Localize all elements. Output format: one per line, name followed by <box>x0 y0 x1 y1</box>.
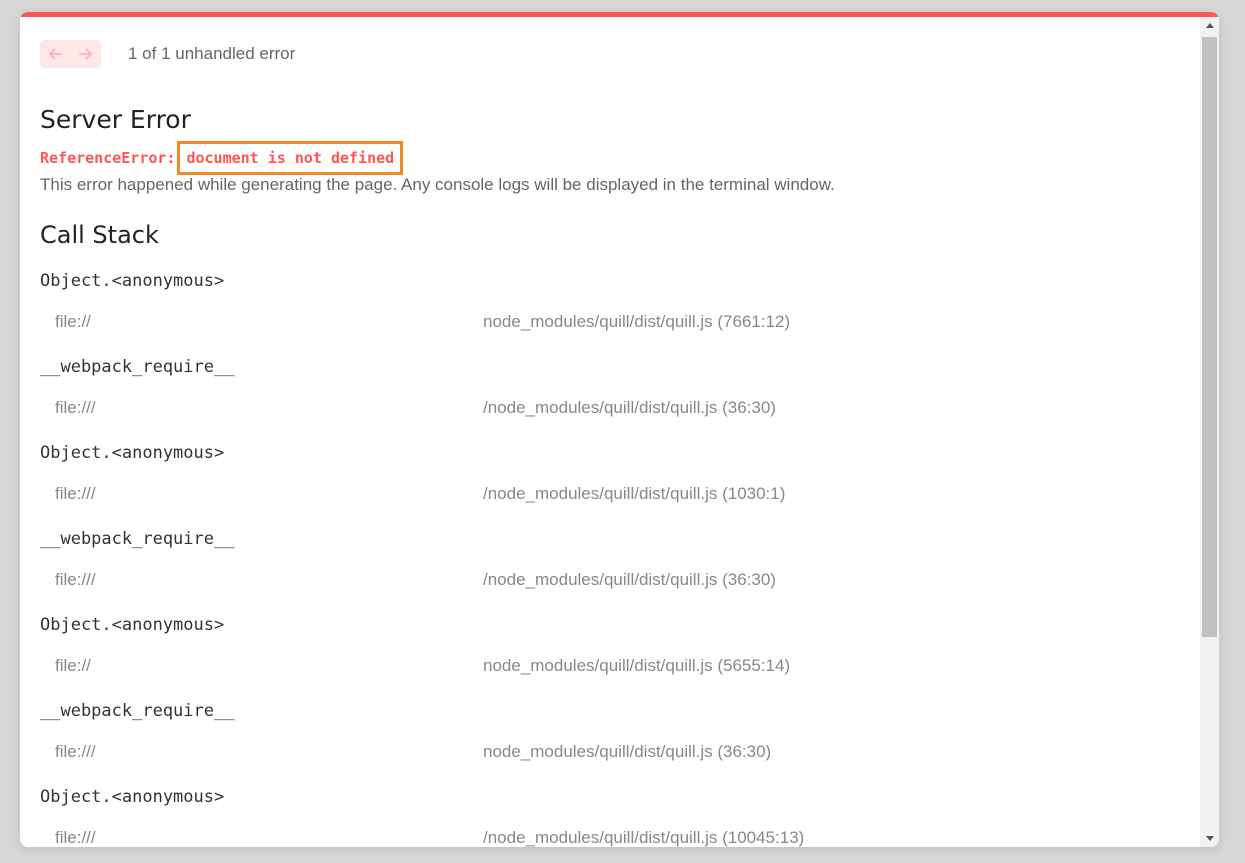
arrow-left-icon <box>49 48 63 60</box>
scroll-up-arrow-icon[interactable] <box>1200 17 1219 34</box>
error-title: Server Error <box>40 105 191 134</box>
next-error-button[interactable] <box>72 41 100 67</box>
frame-file-location[interactable]: file:/// node_modules/quill/dist/quill.js… <box>55 741 1180 763</box>
frame-function-name: Object.<anonymous> <box>40 443 225 463</box>
frame-file-location[interactable]: file:// node_modules/quill/dist/quill.js … <box>55 311 1180 333</box>
call-stack-frame: Object.<anonymous> file:// node_modules/qu… <box>40 613 1180 677</box>
frame-file-prefix: file:/// <box>55 742 96 761</box>
error-type: ReferenceError: <box>40 149 176 167</box>
frame-file-prefix: file:/// <box>55 398 96 417</box>
frame-function-name: __webpack_require__ <box>40 701 235 721</box>
call-stack-frame: __webpack_require__ file:/// /node_modules… <box>40 355 1180 419</box>
frame-file-path: /node_modules/quill/dist/quill.js (1030:… <box>483 484 786 503</box>
error-navigation: 1 of 1 unhandled error <box>40 39 295 69</box>
call-stack-frame: Object.<anonymous> file:// node_modules/qu… <box>40 269 1180 333</box>
scrollbar-thumb[interactable] <box>1202 37 1217 637</box>
dialog-content: 1 of 1 unhandled error Server Error Refe… <box>20 17 1200 847</box>
frame-file-prefix: file:/// <box>55 484 96 503</box>
call-stack-frame: __webpack_require__ file:/// /node_modules… <box>40 527 1180 591</box>
error-message-highlight: document is not defined <box>177 141 404 175</box>
frame-file-path: /node_modules/quill/dist/quill.js (36:30… <box>483 398 776 417</box>
frame-function-name: Object.<anonymous> <box>40 787 225 807</box>
frame-file-prefix: file:/// <box>55 828 96 847</box>
frame-function-name: Object.<anonymous> <box>40 271 225 291</box>
nav-button-group <box>40 40 101 68</box>
frame-file-path: node_modules/quill/dist/quill.js (7661:1… <box>483 312 791 331</box>
frame-file-prefix: file:/// <box>55 570 96 589</box>
frame-file-location[interactable]: file:// node_modules/quill/dist/quill.js … <box>55 655 1180 677</box>
frame-file-location[interactable]: file:/// /node_modules/quill/dist/quill.j… <box>55 569 1180 591</box>
frame-file-location[interactable]: file:/// /node_modules/quill/dist/quill.j… <box>55 397 1180 419</box>
frame-function-name: Object.<anonymous> <box>40 615 225 635</box>
call-stack-frame: __webpack_require__ file:/// node_modules/… <box>40 699 1180 763</box>
scroll-down-arrow-icon[interactable] <box>1200 830 1219 847</box>
frame-file-path: /node_modules/quill/dist/quill.js (10045… <box>483 828 805 847</box>
frame-file-location[interactable]: file:/// /node_modules/quill/dist/quill.j… <box>55 483 1180 505</box>
error-summary: ReferenceError: document is not defined <box>40 141 404 175</box>
frame-function-name: __webpack_require__ <box>40 529 235 549</box>
frame-file-path: node_modules/quill/dist/quill.js (36:30) <box>483 742 772 761</box>
call-stack-frame: Object.<anonymous> file:/// /node_modules/… <box>40 441 1180 505</box>
vertical-scrollbar[interactable] <box>1200 17 1219 847</box>
frame-file-path: /node_modules/quill/dist/quill.js (36:30… <box>483 570 776 589</box>
error-count-label: 1 of 1 unhandled error <box>128 44 296 63</box>
previous-error-button[interactable] <box>41 41 69 67</box>
call-stack-title: Call Stack <box>40 221 159 249</box>
error-dialog: 1 of 1 unhandled error Server Error Refe… <box>20 12 1219 847</box>
error-description: This error happened while generating the… <box>40 175 835 194</box>
arrow-right-icon <box>78 48 92 60</box>
frame-file-path: node_modules/quill/dist/quill.js (5655:1… <box>483 656 791 675</box>
frame-file-prefix: file:// <box>55 656 91 675</box>
call-stack-frame: Object.<anonymous> file:/// /node_modules/… <box>40 785 1180 847</box>
frame-file-prefix: file:// <box>55 312 91 331</box>
frame-file-location[interactable]: file:/// /node_modules/quill/dist/quill.j… <box>55 827 1180 847</box>
frame-function-name: __webpack_require__ <box>40 357 235 377</box>
